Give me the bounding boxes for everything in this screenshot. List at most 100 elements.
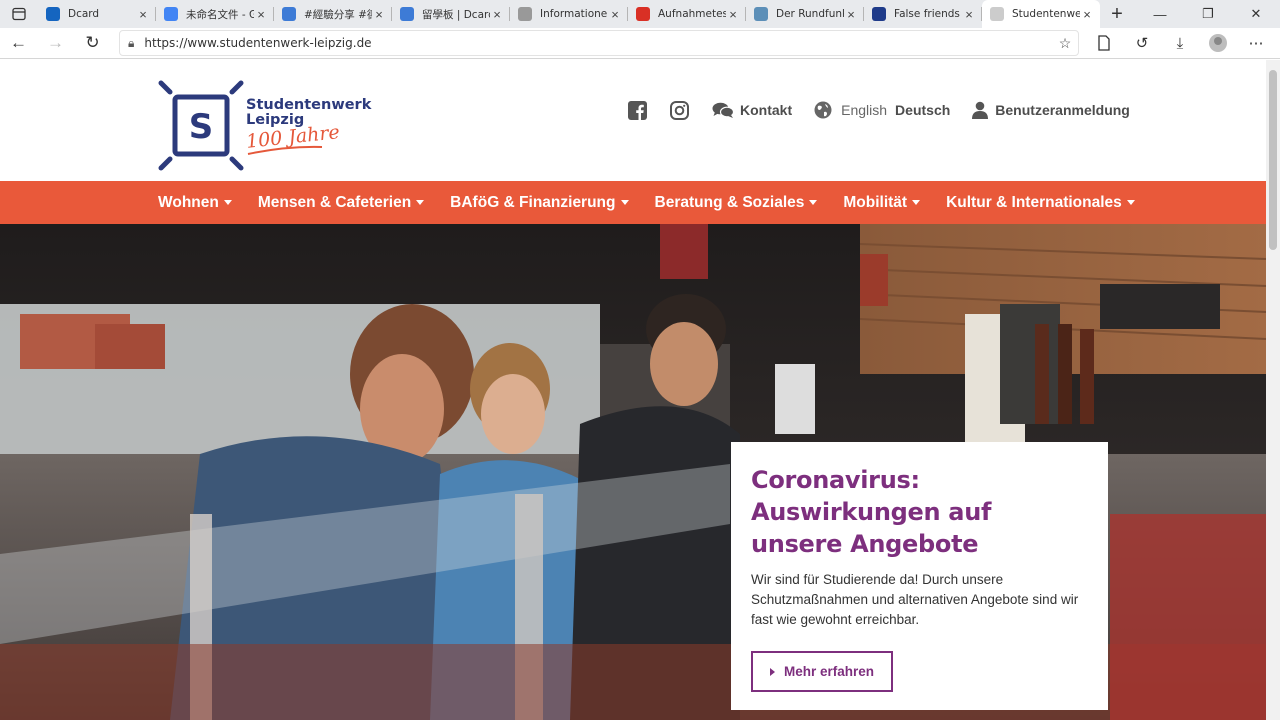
nav-item-kultur[interactable]: Kultur & Internationales bbox=[946, 194, 1135, 212]
restore-icon[interactable]: ❐ bbox=[1184, 0, 1232, 28]
chat-icon bbox=[712, 102, 734, 118]
facebook-icon[interactable] bbox=[626, 99, 648, 121]
caret-down-icon bbox=[416, 200, 425, 205]
dcard-icon bbox=[400, 7, 414, 21]
tab-close-icon[interactable]: × bbox=[490, 7, 504, 22]
tab-title: 未命名文件 - G bbox=[186, 8, 254, 21]
caret-right-icon bbox=[769, 667, 775, 676]
language-switcher: English Deutsch bbox=[814, 101, 950, 119]
download-icon[interactable]: ⤓ bbox=[1161, 28, 1199, 59]
tab-close-icon[interactable]: × bbox=[372, 7, 386, 22]
tab-close-icon[interactable]: × bbox=[608, 7, 622, 22]
more-info-button[interactable]: Mehr erfahren bbox=[751, 651, 893, 692]
contact-link[interactable]: Kontakt bbox=[712, 102, 792, 119]
browser-tab[interactable]: Studentenwer × bbox=[982, 0, 1100, 28]
logo-line-1: Studentenwerk bbox=[246, 97, 372, 113]
lock-icon[interactable]: 🔒︎ bbox=[128, 36, 134, 51]
browser-tab[interactable]: #經驗分享 #德 × bbox=[274, 0, 392, 28]
more-info-label: Mehr erfahren bbox=[783, 664, 875, 679]
globe-icon bbox=[518, 7, 532, 21]
new-tab-button[interactable]: + bbox=[1100, 0, 1134, 28]
scrollbar-thumb[interactable] bbox=[1269, 70, 1277, 250]
browser-tab[interactable]: Aufnahmetest × bbox=[628, 0, 746, 28]
lang-english-link[interactable]: English bbox=[841, 102, 887, 118]
more-menu-icon[interactable]: ⋯ bbox=[1237, 28, 1275, 59]
tab-close-icon[interactable]: × bbox=[726, 7, 740, 22]
nav-item-wohnen[interactable]: Wohnen bbox=[158, 194, 232, 212]
tab-close-icon[interactable]: × bbox=[136, 7, 150, 22]
gmail-icon bbox=[636, 7, 650, 21]
history-icon[interactable]: ↺ bbox=[1123, 28, 1161, 59]
browser-tab[interactable]: False friends × bbox=[864, 0, 982, 28]
caret-down-icon bbox=[223, 200, 232, 205]
login-label: Benutzeranmeldung bbox=[995, 102, 1130, 118]
close-window-icon[interactable]: ✕ bbox=[1232, 0, 1280, 28]
tab-close-icon[interactable]: × bbox=[1080, 7, 1094, 22]
lang-deutsch-link[interactable]: Deutsch bbox=[895, 102, 950, 118]
url-text[interactable]: https://www.studentenwerk-leipzig.de bbox=[144, 36, 1052, 50]
tab-close-icon[interactable]: × bbox=[844, 7, 858, 22]
tab-title: Studentenwer bbox=[1012, 8, 1080, 20]
forward-button[interactable]: → bbox=[37, 28, 74, 59]
favorite-star-icon[interactable]: ☆ bbox=[1052, 35, 1078, 52]
tab-title: #經驗分享 #德 bbox=[304, 8, 372, 21]
page-scrollbar[interactable] bbox=[1266, 60, 1280, 720]
nav-item-beratung[interactable]: Beratung & Soziales bbox=[655, 194, 818, 212]
globe-icon bbox=[814, 101, 832, 119]
browser-tab[interactable]: Dcard × bbox=[38, 0, 156, 28]
nav-item-mensen[interactable]: Mensen & Cafeterien bbox=[257, 193, 425, 212]
profile-avatar[interactable] bbox=[1199, 28, 1237, 59]
page-icon bbox=[990, 7, 1004, 21]
browser-tab[interactable]: Der Rundfunk × bbox=[746, 0, 864, 28]
caret-down-icon bbox=[620, 200, 629, 205]
card-text: Wir sind für Studierende da! Durch unser… bbox=[751, 572, 1079, 627]
reload-button[interactable]: ↻ bbox=[74, 28, 111, 59]
tab-title: 留學板 | Dcard bbox=[422, 8, 490, 21]
swoosh-icon bbox=[247, 145, 323, 155]
nav-label: Wohnen bbox=[158, 193, 219, 211]
nav-label: Mobilität bbox=[843, 193, 908, 211]
hero-section: Coronavirus: Auswirkungen auf unsere Ang… bbox=[0, 224, 1266, 720]
back-button[interactable]: ← bbox=[0, 28, 37, 59]
nav-label: BAföG & Finanzierung bbox=[450, 193, 616, 211]
tab-close-icon[interactable]: × bbox=[254, 7, 268, 22]
user-login-link[interactable]: Benutzeranmeldung bbox=[972, 101, 1130, 119]
caret-down-icon bbox=[912, 200, 921, 205]
utility-nav: Kontakt English Deutsch Benutzeranmeldun… bbox=[626, 98, 1130, 122]
minimize-icon[interactable]: — bbox=[1136, 0, 1184, 28]
tab-close-icon[interactable]: × bbox=[962, 7, 976, 22]
page-viewport: S Studentenwerk Leipzig 100 Jahre Kontak… bbox=[0, 60, 1266, 720]
address-toolbar: ← → ↻ 🔒︎ https://www.studentenwerk-leipz… bbox=[0, 28, 1280, 59]
caret-down-icon bbox=[1126, 200, 1135, 205]
arrow-icon bbox=[754, 7, 768, 21]
tab-title: Dcard bbox=[68, 8, 100, 20]
tab-title: Der Rundfunk bbox=[776, 8, 844, 20]
svg-text:S: S bbox=[189, 107, 214, 147]
nav-label: Beratung & Soziales bbox=[654, 193, 805, 211]
browser-tab[interactable]: 留學板 | Dcard × bbox=[392, 0, 510, 28]
browser-tab[interactable]: 未命名文件 - G × bbox=[156, 0, 274, 28]
tab-title: Informationen bbox=[540, 8, 608, 20]
tab-actions-icon[interactable] bbox=[0, 0, 38, 28]
nav-label: Kultur & Internationales bbox=[946, 193, 1122, 211]
instagram-icon[interactable] bbox=[668, 99, 690, 121]
nav-item-bafoeg[interactable]: BAföG & Finanzierung bbox=[450, 193, 629, 212]
uk-flag-icon bbox=[872, 7, 886, 21]
browser-tab[interactable]: Informationen × bbox=[510, 0, 628, 28]
collections-icon[interactable] bbox=[1085, 28, 1123, 59]
caret-down-icon bbox=[809, 200, 818, 205]
nav-label: Mensen & Cafeterien bbox=[257, 193, 412, 211]
docs-icon bbox=[164, 7, 178, 21]
nav-item-mobilitaet[interactable]: Mobilität bbox=[843, 193, 921, 212]
dcard-icon bbox=[282, 7, 296, 21]
user-icon bbox=[972, 101, 989, 119]
main-navigation: Wohnen Mensen & Cafeterien BAföG & Finan… bbox=[0, 181, 1266, 224]
card-title[interactable]: Coronavirus: Auswirkungen auf unsere Ang… bbox=[751, 464, 1088, 560]
tab-title: Aufnahmetest bbox=[658, 8, 726, 20]
tab-title: False friends bbox=[894, 8, 960, 20]
contact-label: Kontakt bbox=[740, 102, 793, 118]
corona-info-card: Coronavirus: Auswirkungen auf unsere Ang… bbox=[731, 442, 1108, 710]
address-bar[interactable]: 🔒︎ https://www.studentenwerk-leipzig.de … bbox=[119, 30, 1079, 56]
site-header: S Studentenwerk Leipzig 100 Jahre Kontak… bbox=[0, 60, 1266, 181]
dcard-icon bbox=[46, 7, 60, 21]
